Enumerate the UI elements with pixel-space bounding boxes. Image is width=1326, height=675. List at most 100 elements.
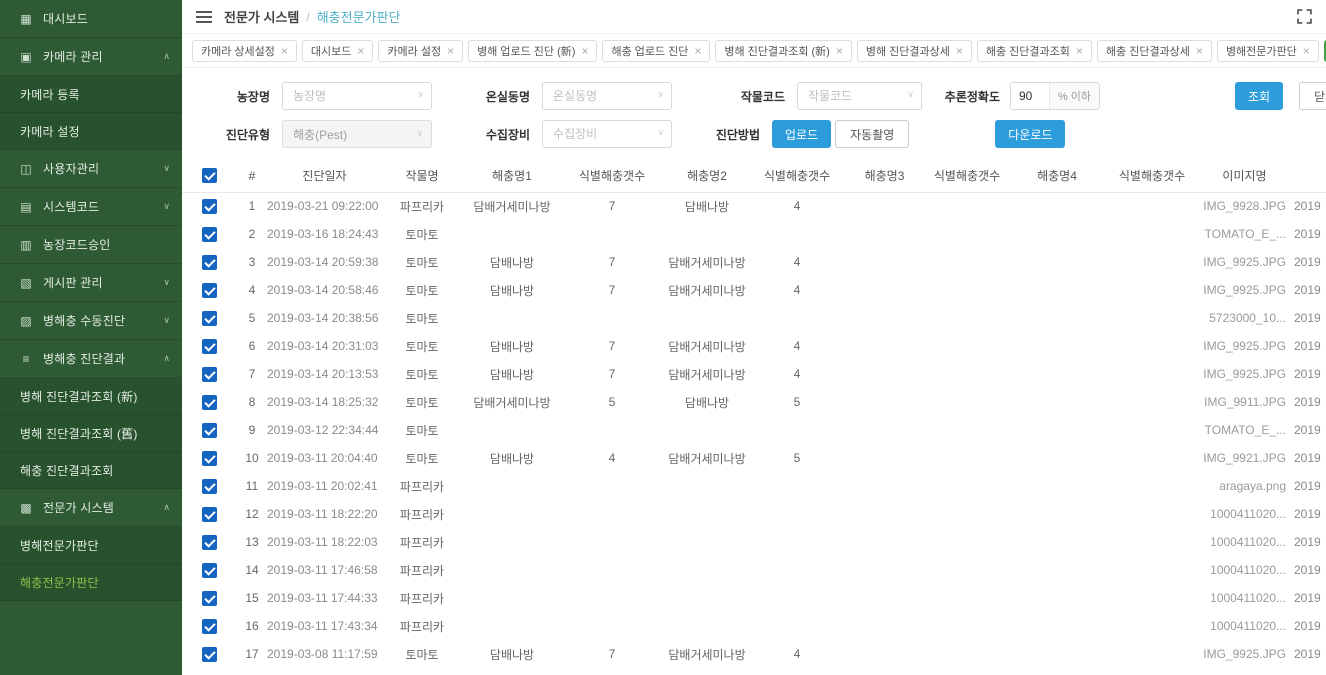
row-checkbox[interactable] <box>202 227 217 242</box>
row-checkbox[interactable] <box>202 563 217 578</box>
row-checkbox[interactable] <box>202 255 217 270</box>
download-button[interactable]: 다운로드 <box>995 120 1065 148</box>
menu-icon[interactable] <box>196 11 212 23</box>
row-checkbox[interactable] <box>202 619 217 634</box>
sidebar-item[interactable]: ▥ 농장코드승인 <box>0 226 182 264</box>
chevron-down-icon: ∨ <box>163 277 170 288</box>
table-row[interactable]: 62019-03-14 20:31:03토마토담배나방7담배거세미나방4IMG_… <box>182 332 1326 360</box>
table-row[interactable]: 72019-03-14 20:13:53토마토담배나방7담배거세미나방4IMG_… <box>182 360 1326 388</box>
row-checkbox[interactable] <box>202 339 217 354</box>
tab[interactable]: 해충 업로드 진단 <box>602 40 710 62</box>
cell <box>752 528 842 556</box>
table-row[interactable]: 132019-03-11 18:22:03파프리카1000411020...20… <box>182 528 1326 556</box>
table-row[interactable]: 172019-03-08 11:17:59토마토담배나방7담배거세미나방4IMG… <box>182 640 1326 668</box>
row-checkbox[interactable] <box>202 395 217 410</box>
row-checkbox[interactable] <box>202 199 217 214</box>
fullscreen-icon[interactable] <box>1297 9 1312 24</box>
tab-close-icon[interactable] <box>581 45 588 57</box>
tab[interactable]: 해충 진단결과상세 <box>1097 40 1212 62</box>
search-button[interactable]: 조회 <box>1235 82 1283 110</box>
tab-close-icon[interactable] <box>836 45 843 57</box>
table-row[interactable]: 22019-03-16 18:24:43토마토TOMATO_E_...2019 <box>182 220 1326 248</box>
checkbox-cell <box>182 500 237 528</box>
tab[interactable]: 카메라 상세설정 <box>192 40 297 62</box>
method-upload-button[interactable]: 업로드 <box>772 120 831 148</box>
cell: 토마토 <box>382 444 462 472</box>
row-checkbox[interactable] <box>202 367 217 382</box>
cell <box>842 388 927 416</box>
sidebar-item[interactable]: ≡ 병해충 진단결과 ∧ <box>0 340 182 378</box>
table-row[interactable]: 32019-03-14 20:59:38토마토담배나방7담배거세미나방4IMG_… <box>182 248 1326 276</box>
table-row[interactable]: 122019-03-11 18:22:20파프리카1000411020...20… <box>182 500 1326 528</box>
cell <box>842 192 927 220</box>
diagnosis-type-select[interactable]: 해충(Pest) <box>282 120 432 148</box>
row-checkbox[interactable] <box>202 423 217 438</box>
cell: 파프리카 <box>382 584 462 612</box>
tab[interactable]: 해충 진단결과조회 <box>977 40 1092 62</box>
sidebar-item[interactable]: 카메라 설정 <box>0 113 182 150</box>
table-row[interactable]: 82019-03-14 18:25:32토마토담배거세미나방5담배나방5IMG_… <box>182 388 1326 416</box>
sidebar-item[interactable]: 병해 진단결과조회 (舊) <box>0 415 182 452</box>
cell: 토마토 <box>382 416 462 444</box>
table-row[interactable]: 102019-03-11 20:04:40토마토담배나방4담배거세미나방5IMG… <box>182 444 1326 472</box>
close-button[interactable]: 닫기 <box>1299 82 1326 110</box>
table-row[interactable]: 162019-03-11 17:43:34파프리카1000411020...20… <box>182 612 1326 640</box>
breadcrumb-root: 전문가 시스템 <box>224 7 299 26</box>
crop-code-input[interactable] <box>797 82 922 110</box>
row-checkbox[interactable] <box>202 591 217 606</box>
sidebar-item[interactable]: ▦ 대시보드 <box>0 0 182 38</box>
tab-close-icon[interactable] <box>1076 45 1083 57</box>
sidebar-item[interactable]: ◫ 사용자관리 ∨ <box>0 150 182 188</box>
row-checkbox[interactable] <box>202 479 217 494</box>
device-input[interactable] <box>542 120 672 148</box>
accuracy-input[interactable] <box>1011 83 1049 109</box>
table-row[interactable]: 12019-03-21 09:22:00파프리카담배거세미나방7담배나방4IMG… <box>182 192 1326 220</box>
row-checkbox[interactable] <box>202 647 217 662</box>
row-checkbox[interactable] <box>202 507 217 522</box>
sidebar-item[interactable]: ▣ 카메라 관리 ∧ <box>0 38 182 76</box>
table-row[interactable]: 112019-03-11 20:02:41파프리카aragaya.png2019 <box>182 472 1326 500</box>
tab-close-icon[interactable] <box>1303 45 1310 57</box>
tab-close-icon[interactable] <box>447 45 454 57</box>
sidebar-item[interactable]: 병해전문가판단 <box>0 527 182 564</box>
greenhouse-input[interactable] <box>542 82 672 110</box>
sidebar-item[interactable]: 카메라 등록 <box>0 76 182 113</box>
sidebar-item[interactable]: ▩ 전문가 시스템 ∧ <box>0 489 182 527</box>
tab[interactable]: 카메라 설정 <box>378 40 463 62</box>
sidebar-item[interactable]: 병해 진단결과조회 (新) <box>0 378 182 415</box>
row-checkbox[interactable] <box>202 283 217 298</box>
tab[interactable]: 병해 진단결과상세 <box>857 40 972 62</box>
sidebar-item[interactable]: ▧ 게시판 관리 ∨ <box>0 264 182 302</box>
select-all-checkbox[interactable] <box>202 168 217 183</box>
cell: 토마토 <box>382 220 462 248</box>
table-row[interactable]: 152019-03-11 17:44:33파프리카1000411020...20… <box>182 584 1326 612</box>
tab[interactable]: 병해 진단결과조회 (新) <box>715 40 851 62</box>
sidebar-item[interactable]: 해충전문가판단 <box>0 564 182 601</box>
table-row[interactable]: 142019-03-11 17:46:58파프리카1000411020...20… <box>182 556 1326 584</box>
cell: 2019-03-11 18:22:03 <box>267 528 382 556</box>
table-row[interactable]: 52019-03-14 20:38:56토마토5723000_10...2019 <box>182 304 1326 332</box>
row-checkbox[interactable] <box>202 311 217 326</box>
tab-close-icon[interactable] <box>694 45 701 57</box>
tab-close-icon[interactable] <box>281 45 288 57</box>
column-header: 이미지명 <box>1197 160 1292 192</box>
sidebar-item[interactable]: 해충 진단결과조회 <box>0 452 182 489</box>
sidebar-item-label: 해충 진단결과조회 <box>20 462 170 479</box>
farm-input[interactable] <box>282 82 432 110</box>
tab-close-icon[interactable] <box>357 45 364 57</box>
tab[interactable]: 대시보드 <box>302 40 374 62</box>
table-row[interactable]: 42019-03-14 20:58:46토마토담배나방7담배거세미나방4IMG_… <box>182 276 1326 304</box>
tab[interactable]: 병해전문가판단 <box>1217 40 1319 62</box>
row-checkbox[interactable] <box>202 535 217 550</box>
tab-close-icon[interactable] <box>956 45 963 57</box>
row-checkbox[interactable] <box>202 451 217 466</box>
sidebar-item[interactable]: ▨ 병해충 수동진단 ∨ <box>0 302 182 340</box>
tab-close-icon[interactable] <box>1196 45 1203 57</box>
table-header-row: #진단일자작물명해충명1식별해충갯수해충명2식별해충갯수해충명3식별해충갯수해충… <box>182 160 1326 192</box>
sidebar-item[interactable]: ▤ 시스템코드 ∨ <box>0 188 182 226</box>
table-row[interactable]: 92019-03-12 22:34:44토마토TOMATO_E_...2019 <box>182 416 1326 444</box>
method-auto-button[interactable]: 자동촬영 <box>835 120 909 148</box>
tab[interactable]: 병해 업로드 진단 (新) <box>468 40 597 62</box>
cell: 2019 <box>1292 416 1326 444</box>
crop-code-label: 작물코드 <box>733 88 785 105</box>
